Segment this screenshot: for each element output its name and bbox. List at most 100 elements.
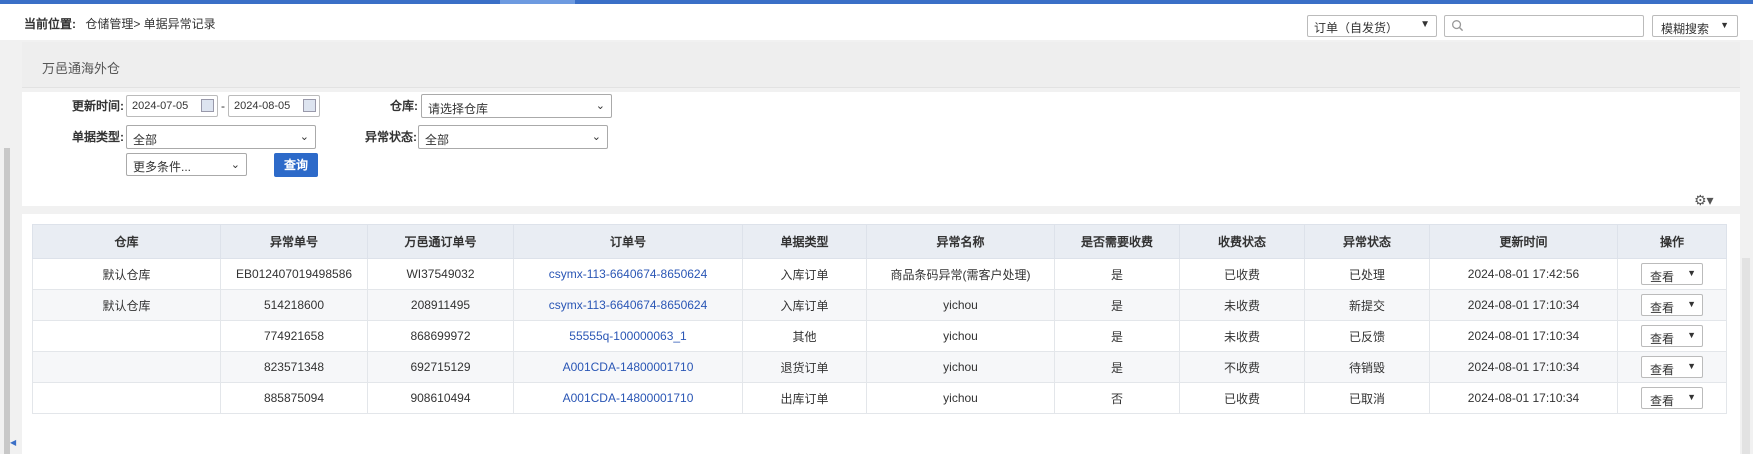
chevron-down-icon: ⌄ bbox=[595, 100, 605, 112]
right-scrollbar[interactable] bbox=[1742, 258, 1750, 454]
chevron-down-icon: ▼ bbox=[1687, 299, 1696, 309]
collapse-left-icon[interactable]: ◀ bbox=[10, 438, 16, 447]
column-header[interactable]: 是否需要收费 bbox=[1054, 224, 1180, 259]
column-header[interactable]: 万邑通订单号 bbox=[367, 224, 514, 259]
doc-type-select[interactable]: 全部 ⌄ bbox=[126, 125, 316, 149]
date-to-value: 2024-08-05 bbox=[234, 100, 291, 112]
cell-need-fee: 是 bbox=[1054, 320, 1180, 352]
chevron-down-icon: ⌄ bbox=[591, 131, 601, 143]
panel-title: 万邑通海外仓 bbox=[42, 61, 121, 76]
fuzzy-search-label: 模糊搜索 bbox=[1661, 22, 1710, 36]
view-button[interactable]: 查看 ▼ bbox=[1641, 325, 1703, 347]
cell-action: 查看 ▼ bbox=[1617, 320, 1727, 352]
cell-exception-no: EB012407019498586 bbox=[220, 258, 368, 290]
order-no-link[interactable]: 55555q-100000063_1 bbox=[513, 320, 743, 352]
more-conditions-select[interactable]: 更多条件... ⌄ bbox=[126, 153, 247, 176]
cell-action: 查看 ▼ bbox=[1617, 289, 1727, 321]
cell-updated: 2024-08-01 17:10:34 bbox=[1429, 289, 1618, 321]
cell-wyt-order-no: 908610494 bbox=[367, 382, 514, 414]
date-from-value: 2024-07-05 bbox=[132, 100, 189, 112]
cell-fee-status: 未收费 bbox=[1179, 289, 1305, 321]
cell-fee-status: 已收费 bbox=[1179, 258, 1305, 290]
column-header[interactable]: 单据类型 bbox=[742, 224, 867, 259]
view-button[interactable]: 查看 ▼ bbox=[1641, 387, 1703, 409]
cell-exception-no: 885875094 bbox=[220, 382, 368, 414]
view-button[interactable]: 查看 ▼ bbox=[1641, 294, 1703, 316]
cell-action: 查看 ▼ bbox=[1617, 351, 1727, 383]
order-type-select[interactable]: 订单（自发货） ▼ bbox=[1307, 15, 1437, 37]
exception-status-select[interactable]: 全部 ⌄ bbox=[418, 125, 608, 149]
column-header[interactable]: 异常名称 bbox=[866, 224, 1055, 259]
cell-warehouse bbox=[32, 382, 221, 414]
doc-type-label: 单据类型: bbox=[72, 130, 124, 144]
search-input[interactable] bbox=[1444, 15, 1644, 37]
cell-exception-status: 已处理 bbox=[1304, 258, 1430, 290]
cell-exception-name: yichou bbox=[866, 320, 1055, 352]
table-row[interactable]: 默认仓库 514218600 208911495 csymx-113-66406… bbox=[32, 289, 1727, 321]
cell-exception-name: yichou bbox=[866, 382, 1055, 414]
chevron-down-icon: ⌄ bbox=[299, 131, 309, 143]
breadcrumb-label: 当前位置: bbox=[24, 17, 76, 31]
calendar-icon[interactable] bbox=[303, 99, 316, 112]
chevron-down-icon: ⌄ bbox=[230, 159, 240, 171]
cell-need-fee: 是 bbox=[1054, 289, 1180, 321]
left-scrollbar[interactable] bbox=[4, 148, 10, 454]
chevron-down-icon: ▼ bbox=[1720, 20, 1729, 30]
column-header[interactable]: 仓库 bbox=[32, 224, 221, 259]
view-button[interactable]: 查看 ▼ bbox=[1641, 356, 1703, 378]
order-no-link[interactable]: A001CDA-14800001710 bbox=[513, 382, 743, 414]
settings-gear-icon[interactable]: ⚙▾ bbox=[1694, 192, 1714, 209]
cell-fee-status: 已收费 bbox=[1179, 382, 1305, 414]
exception-table: 仓库 异常单号 万邑通订单号 订单号 单据类型 异常名称 是否需要收费 收费状态… bbox=[32, 224, 1727, 414]
view-label: 查看 bbox=[1650, 363, 1675, 377]
cell-warehouse: 默认仓库 bbox=[32, 258, 221, 290]
cell-action: 查看 ▼ bbox=[1617, 382, 1727, 414]
order-no-link[interactable]: A001CDA-14800001710 bbox=[513, 351, 743, 383]
cell-exception-name: 商品条码异常(需客户处理) bbox=[866, 258, 1055, 290]
exception-status-value: 全部 bbox=[425, 133, 450, 147]
column-header[interactable]: 异常状态 bbox=[1304, 224, 1430, 259]
search-icon bbox=[1452, 20, 1464, 32]
filter-panel: 更新时间: 2024-07-05 - 2024-08-05 仓库: 请选择仓库 … bbox=[22, 92, 1740, 209]
chevron-down-icon: ▼ bbox=[1420, 19, 1430, 30]
cell-warehouse bbox=[32, 320, 221, 352]
cell-updated: 2024-08-01 17:10:34 bbox=[1429, 320, 1618, 352]
view-label: 查看 bbox=[1650, 332, 1675, 346]
table-row[interactable]: 885875094 908610494 A001CDA-14800001710 … bbox=[32, 382, 1727, 414]
view-button[interactable]: 查看 ▼ bbox=[1641, 263, 1703, 285]
fuzzy-search-button[interactable]: 模糊搜索 ▼ bbox=[1652, 15, 1738, 37]
cell-fee-status: 未收费 bbox=[1179, 320, 1305, 352]
order-no-link[interactable]: csymx-113-6640674-8650624 bbox=[513, 289, 743, 321]
cell-warehouse: 默认仓库 bbox=[32, 289, 221, 321]
column-header[interactable]: 更新时间 bbox=[1429, 224, 1618, 259]
column-header: 操作 bbox=[1617, 224, 1727, 259]
panel-header: 万邑通海外仓 bbox=[22, 42, 1740, 88]
column-header[interactable]: 异常单号 bbox=[220, 224, 368, 259]
date-to-input[interactable]: 2024-08-05 bbox=[228, 95, 320, 117]
date-from-input[interactable]: 2024-07-05 bbox=[126, 95, 218, 117]
table-row[interactable]: 默认仓库 EB012407019498586 WI37549032 csymx-… bbox=[32, 258, 1727, 290]
cell-exception-no: 774921658 bbox=[220, 320, 368, 352]
order-type-value: 订单（自发货） bbox=[1314, 21, 1399, 35]
table-row[interactable]: 823571348 692715129 A001CDA-14800001710 … bbox=[32, 351, 1727, 383]
column-header[interactable]: 收费状态 bbox=[1179, 224, 1305, 259]
cell-wyt-order-no: 868699972 bbox=[367, 320, 514, 352]
cell-doc-type: 其他 bbox=[742, 320, 867, 352]
results-panel: 仓库 异常单号 万邑通订单号 订单号 单据类型 异常名称 是否需要收费 收费状态… bbox=[22, 214, 1740, 454]
cell-need-fee: 是 bbox=[1054, 351, 1180, 383]
calendar-icon[interactable] bbox=[201, 99, 214, 112]
table-header-row: 仓库 异常单号 万邑通订单号 订单号 单据类型 异常名称 是否需要收费 收费状态… bbox=[32, 224, 1727, 259]
view-label: 查看 bbox=[1650, 301, 1675, 315]
breadcrumb-path[interactable]: 仓储管理> 单据异常记录 bbox=[85, 17, 215, 31]
cell-action: 查看 ▼ bbox=[1617, 258, 1727, 290]
cell-exception-name: yichou bbox=[866, 351, 1055, 383]
column-header[interactable]: 订单号 bbox=[513, 224, 743, 259]
query-button[interactable]: 查询 bbox=[274, 153, 318, 177]
cell-need-fee: 否 bbox=[1054, 382, 1180, 414]
warehouse-value: 请选择仓库 bbox=[428, 102, 489, 116]
warehouse-select[interactable]: 请选择仓库 ⌄ bbox=[421, 94, 612, 118]
update-time-label: 更新时间: bbox=[72, 99, 124, 113]
order-no-link[interactable]: csymx-113-6640674-8650624 bbox=[513, 258, 743, 290]
table-row[interactable]: 774921658 868699972 55555q-100000063_1 其… bbox=[32, 320, 1727, 352]
cell-doc-type: 入库订单 bbox=[742, 289, 867, 321]
